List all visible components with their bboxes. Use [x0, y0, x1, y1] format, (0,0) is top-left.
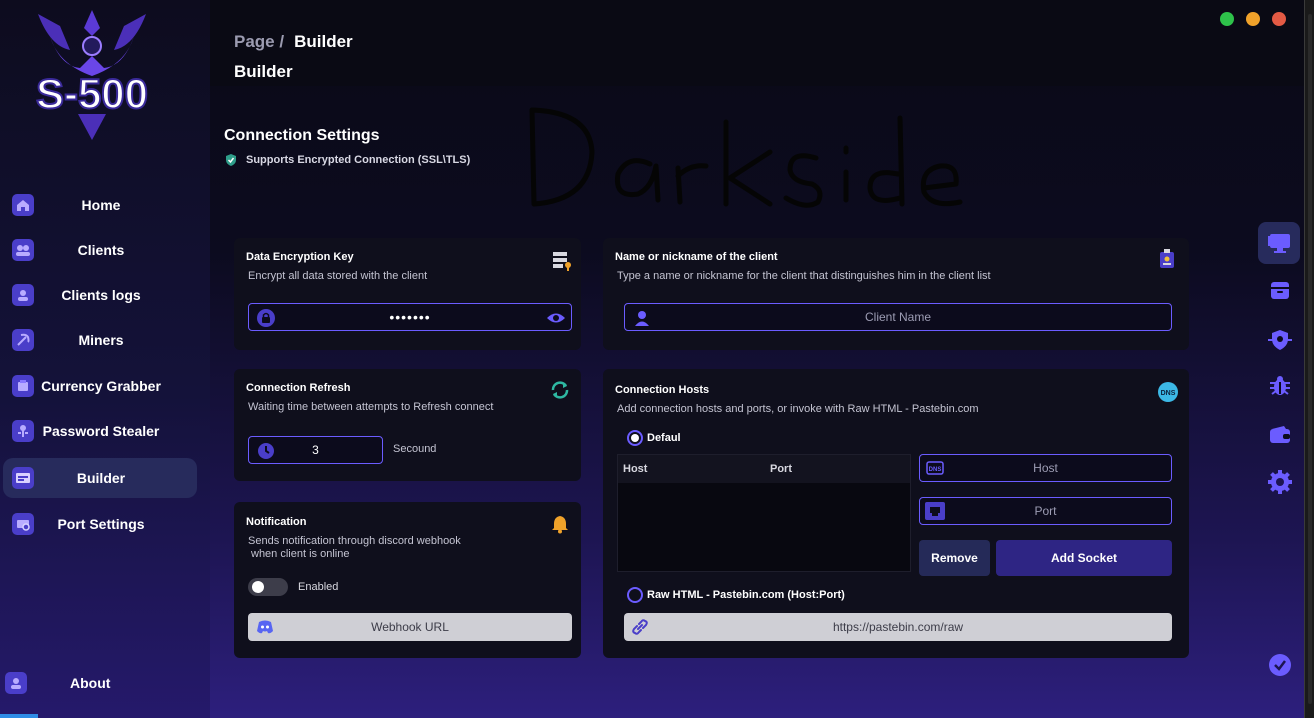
- column-header-host[interactable]: Host: [623, 463, 647, 475]
- card-description: Type a name or nickname for the client t…: [617, 270, 991, 282]
- user-icon: [633, 309, 651, 330]
- breadcrumb-current: Builder: [294, 32, 353, 51]
- darkside-watermark: [529, 107, 963, 208]
- host-input[interactable]: [970, 461, 1121, 475]
- bell-icon: [552, 516, 568, 534]
- id-badge-icon: [1160, 249, 1174, 268]
- notification-toggle[interactable]: [248, 578, 288, 596]
- column-header-port[interactable]: Port: [770, 463, 792, 475]
- table-header: Host Port: [618, 455, 910, 483]
- link-icon: [630, 617, 650, 640]
- refresh-interval-field[interactable]: 3: [248, 436, 383, 464]
- hosts-table[interactable]: Host Port: [617, 454, 911, 572]
- card-title: Data Encryption Key: [246, 251, 354, 263]
- port-field[interactable]: [919, 497, 1172, 525]
- svg-text:DNS: DNS: [1161, 390, 1176, 397]
- pickaxe-icon: [12, 329, 34, 351]
- s500-logo: S-500: [35, 10, 149, 140]
- raw-html-radio[interactable]: [627, 587, 643, 603]
- ssl-support-text: Supports Encrypted Connection (SSL\TLS): [246, 154, 471, 166]
- card-title: Notification: [246, 516, 307, 528]
- sidebar-item-builder[interactable]: Builder: [3, 458, 197, 498]
- remove-button[interactable]: Remove: [919, 540, 990, 576]
- toggle-label: Enabled: [298, 581, 339, 593]
- archive-icon[interactable]: [1262, 272, 1298, 308]
- bug-icon[interactable]: [1262, 368, 1298, 404]
- eye-icon[interactable]: [545, 309, 567, 330]
- add-socket-button[interactable]: Add Socket: [996, 540, 1172, 576]
- card-description-line1: Sends notification through discord webho…: [248, 535, 461, 547]
- client-name-field[interactable]: [624, 303, 1172, 331]
- sidebar-item-home[interactable]: Home: [3, 185, 197, 225]
- shield-check-icon: [226, 154, 236, 166]
- pastebin-url-value: https://pastebin.com/raw: [832, 620, 964, 634]
- about-icon: [5, 672, 27, 694]
- connection-settings-subtitle: Supports Encrypted Connection (SSL\TLS): [224, 153, 470, 167]
- svg-text:DNS: DNS: [929, 467, 942, 473]
- client-name-input[interactable]: [734, 310, 1062, 324]
- shield-icon[interactable]: [1262, 322, 1298, 358]
- raw-html-radio-label: Raw HTML - Pastebin.com (Host:Port): [647, 589, 845, 601]
- card-description: Waiting time between attempts to Refresh…: [248, 401, 494, 413]
- close-button[interactable]: [1272, 12, 1286, 26]
- builder-icon: [12, 467, 34, 489]
- sidebar-item-port-settings[interactable]: Port Settings: [3, 504, 197, 544]
- breadcrumb: Page / Builder: [234, 32, 353, 52]
- card-description-line2: when client is online: [251, 548, 350, 560]
- check-circle-icon[interactable]: [1262, 647, 1298, 683]
- sidebar-item-password-stealer[interactable]: Password Stealer: [3, 411, 197, 451]
- dns-icon: DNS: [1158, 382, 1178, 402]
- sidebar-item-clients-logs[interactable]: Clients logs: [3, 275, 197, 315]
- maximize-button[interactable]: [1220, 12, 1234, 26]
- encryption-key-field[interactable]: •••••••: [248, 303, 572, 331]
- default-radio[interactable]: [627, 430, 643, 446]
- ethernet-port-icon: [924, 501, 946, 524]
- card-title: Name or nickname of the client: [615, 251, 778, 263]
- sidebar-item-label: About: [70, 675, 111, 691]
- header-area: [210, 0, 1304, 86]
- card-title: Connection Refresh: [246, 382, 351, 394]
- dns-server-icon: DNS: [926, 459, 944, 480]
- refresh-icon: [551, 381, 569, 399]
- settings-icon[interactable]: [1262, 464, 1298, 500]
- refresh-unit-label: Secound: [393, 443, 437, 455]
- port-input[interactable]: [970, 504, 1121, 518]
- connection-settings-title: Connection Settings: [224, 127, 380, 144]
- card-description: Encrypt all data stored with the client: [248, 270, 428, 282]
- webhook-url-field[interactable]: Webhook URL: [248, 613, 572, 641]
- users-icon: [12, 239, 34, 261]
- server-key-icon: [553, 252, 571, 271]
- wallet-icon[interactable]: [1262, 417, 1298, 453]
- wallet-grab-icon: [12, 375, 34, 397]
- sidebar-item-currency-grabber[interactable]: Currency Grabber: [3, 366, 197, 406]
- card-title: Connection Hosts: [615, 384, 710, 396]
- card-description: Add connection hosts and ports, or invok…: [617, 403, 979, 415]
- key-icon: [12, 420, 34, 442]
- page-title: Builder: [234, 62, 293, 81]
- discord-icon: [256, 619, 274, 638]
- port-settings-icon: [12, 513, 34, 535]
- progress-indicator: [0, 714, 38, 718]
- svg-text:S-500: S-500: [36, 70, 148, 117]
- lock-icon: [257, 309, 275, 330]
- host-field[interactable]: DNS: [919, 454, 1172, 482]
- clock-icon: [257, 442, 275, 463]
- build-monitor-icon[interactable]: [1258, 222, 1300, 264]
- refresh-interval-value: 3: [312, 443, 319, 457]
- webhook-url-placeholder: Webhook URL: [371, 620, 449, 634]
- sidebar-item-clients[interactable]: Clients: [3, 230, 197, 270]
- home-icon: [12, 194, 34, 216]
- sidebar: S-500 Home Clients Clients logs Miners C…: [0, 0, 210, 718]
- breadcrumb-root[interactable]: Page /: [234, 32, 284, 51]
- sidebar-item-about[interactable]: About: [0, 663, 194, 703]
- window-scrollbar[interactable]: [1304, 0, 1314, 718]
- minimize-button[interactable]: [1246, 12, 1260, 26]
- user-log-icon: [12, 284, 34, 306]
- default-radio-label: Defaul: [647, 432, 681, 444]
- encryption-key-value: •••••••: [389, 309, 431, 325]
- sidebar-item-miners[interactable]: Miners: [3, 320, 197, 360]
- pastebin-url-field[interactable]: https://pastebin.com/raw: [624, 613, 1172, 641]
